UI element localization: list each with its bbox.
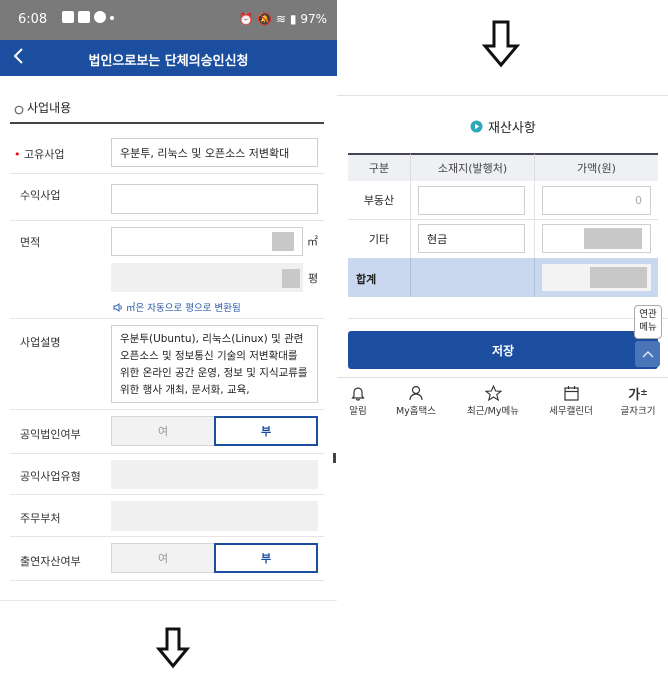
ministry-label: 주무부처 — [20, 512, 61, 525]
col-header-amount: 가액(원) — [534, 153, 658, 181]
nav-alarm[interactable]: 알림 — [340, 384, 376, 417]
unique-business-label: • 고유사업 — [14, 148, 65, 161]
area-m2-input[interactable] — [111, 227, 303, 256]
section-title: 사업내용 — [27, 101, 72, 115]
calendar-icon — [546, 384, 596, 402]
status-right: ⏰ 🔕 ≋ ▮ 97% — [238, 12, 327, 26]
unit-m2: ㎡ — [307, 235, 318, 248]
status-bar: 6:08 ⏰ 🔕 ≋ ▮ 97% — [0, 0, 337, 40]
row-category: 부동산 — [363, 194, 395, 207]
col-header-category: 구분 — [348, 153, 410, 181]
total-label: 합계 — [356, 273, 377, 286]
unit-pyeong: 평 — [308, 272, 319, 285]
save-button[interactable]: 저장 — [348, 331, 658, 369]
notification-icons — [62, 11, 114, 23]
nav-recent-my-menu[interactable]: 최근/My메뉴 — [464, 384, 522, 417]
row-divider — [10, 494, 324, 495]
contribution-yes-button[interactable]: 여 — [111, 543, 215, 573]
assets-title: 재산사항 — [470, 117, 536, 136]
unique-business-input[interactable]: 우분투, 리눅스 및 오픈소스 저변확대 — [111, 138, 318, 167]
bottom-nav-border — [337, 377, 668, 378]
masked-value — [590, 267, 647, 288]
nav-font-size[interactable]: 가 ± 글자크기 — [618, 384, 658, 418]
col-divider — [410, 258, 411, 297]
public-corp-yes-button[interactable]: 여 — [111, 416, 215, 446]
convert-hint: ㎡은 자동으로 평으로 변환됨 — [113, 300, 241, 314]
person-icon — [392, 384, 440, 402]
section-divider — [10, 122, 324, 124]
app-header: 법인으로보는 단체의승인신청 — [0, 40, 337, 76]
font-size-icon: 가 ± — [628, 387, 648, 403]
divider — [348, 318, 668, 319]
public-type-field — [111, 460, 318, 489]
description-textarea[interactable]: 우분투(Ubuntu), 리눅스(Linux) 및 관련 오픈소스 및 정보통신… — [111, 325, 318, 403]
public-corp-label: 공익법인여부 — [20, 428, 81, 441]
row-divider — [10, 409, 324, 410]
app-icon — [62, 11, 74, 23]
row-category: 기타 — [368, 233, 390, 246]
masked-value — [272, 232, 294, 251]
panel-bottom-line — [0, 600, 337, 601]
area-label: 면적 — [20, 236, 41, 249]
contribution-no-button[interactable]: 부 — [214, 543, 318, 573]
ministry-field — [111, 501, 318, 531]
area-pyeong-field — [111, 263, 303, 292]
total-amount-field — [542, 264, 651, 291]
down-arrow-icon — [482, 20, 520, 68]
required-mark: • — [14, 148, 21, 161]
bell-icon — [340, 384, 376, 402]
page-title: 법인으로보는 단체의승인신청 — [88, 54, 249, 69]
col-divider — [534, 258, 535, 297]
profit-business-input[interactable] — [111, 184, 318, 214]
col-header-location: 소재지(발행처) — [410, 153, 534, 181]
amount-input[interactable]: 0 — [542, 186, 651, 215]
nav-tax-calendar[interactable]: 세무캘린더 — [546, 384, 596, 417]
row-divider — [10, 453, 324, 454]
row-divider — [10, 173, 324, 174]
speaker-icon — [113, 302, 122, 312]
panel-top-line — [337, 95, 668, 96]
amount-input[interactable] — [542, 224, 651, 253]
profit-business-label: 수익사업 — [20, 189, 61, 202]
masked-value — [584, 228, 642, 249]
description-label: 사업설명 — [20, 336, 61, 349]
row-divider — [10, 580, 324, 581]
more-dot-icon — [110, 16, 114, 20]
scroll-top-button[interactable] — [635, 341, 660, 367]
play-circle-icon — [470, 120, 483, 133]
contribution-label: 출연자산여부 — [20, 555, 81, 568]
facebook-icon — [94, 11, 106, 23]
nav-my-hometax[interactable]: My홈택스 — [392, 384, 440, 417]
masked-value — [282, 269, 300, 288]
row-divider — [10, 220, 324, 221]
down-arrow-icon — [156, 627, 190, 669]
location-input[interactable] — [418, 186, 525, 215]
related-menu-button[interactable]: 연관 메뉴 — [634, 305, 662, 339]
battery-percent: 97% — [300, 12, 327, 26]
circle-bullet-icon — [14, 100, 26, 115]
public-type-label: 공익사업유형 — [20, 470, 81, 483]
row-divider — [10, 318, 324, 319]
scroll-marker — [333, 453, 336, 463]
public-corp-no-button[interactable]: 부 — [214, 416, 318, 446]
chevron-up-icon — [641, 350, 654, 358]
status-time: 6:08 — [18, 12, 48, 27]
mail-icon — [78, 11, 90, 23]
location-input[interactable]: 현금 — [418, 224, 525, 253]
star-icon — [464, 384, 522, 402]
row-divider — [10, 536, 324, 537]
